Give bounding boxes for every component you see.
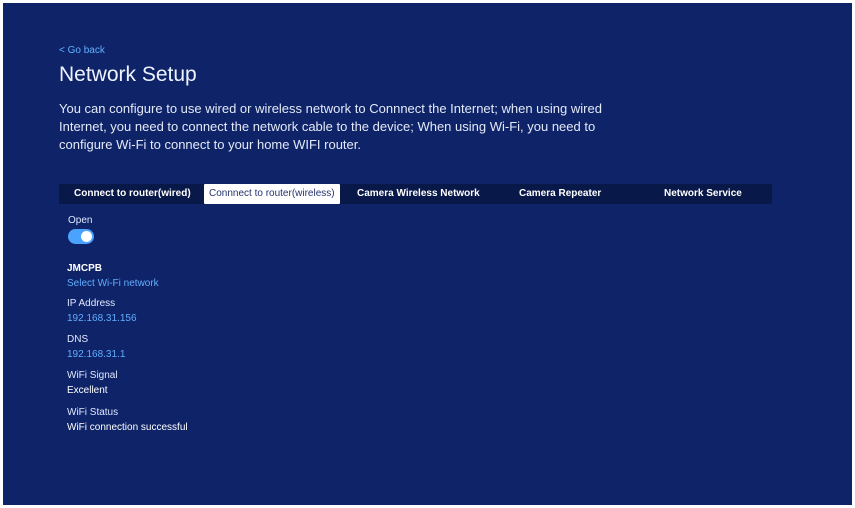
ip-address-value: 192.168.31.156 [67, 313, 137, 324]
toggle-knob [81, 231, 92, 242]
wifi-status-value: WiFi connection successful [67, 422, 188, 433]
page-description: You can configure to use wired or wirele… [59, 101, 602, 152]
network-name: JMCPB [67, 263, 103, 274]
tab-router-wireless[interactable]: Connnect to router(wireless) [204, 184, 340, 204]
tab-router-wired[interactable]: Connect to router(wired) [74, 184, 191, 204]
go-back-link[interactable]: < Go back [59, 45, 105, 56]
tab-bar: Connect to router(wired) Connnect to rou… [59, 184, 772, 204]
ip-address-label: IP Address [67, 298, 116, 309]
network-setup-screen: < Go back Network Setup You can configur… [3, 3, 852, 505]
select-wifi-network-link[interactable]: Select Wi-Fi network [67, 278, 159, 289]
tab-camera-wireless-network[interactable]: Camera Wireless Network [357, 184, 480, 204]
dns-label: DNS [67, 334, 89, 345]
wifi-open-toggle[interactable] [68, 229, 94, 244]
open-label: Open [68, 215, 93, 226]
wifi-signal-value: Excellent [67, 385, 108, 396]
dns-value: 192.168.31.1 [67, 349, 126, 360]
wifi-signal-label: WiFi Signal [67, 370, 118, 381]
tab-network-service[interactable]: Network Service [664, 184, 742, 204]
page-title: Network Setup [59, 63, 197, 86]
tab-camera-repeater[interactable]: Camera Repeater [519, 184, 601, 204]
wifi-status-label: WiFi Status [67, 407, 119, 418]
